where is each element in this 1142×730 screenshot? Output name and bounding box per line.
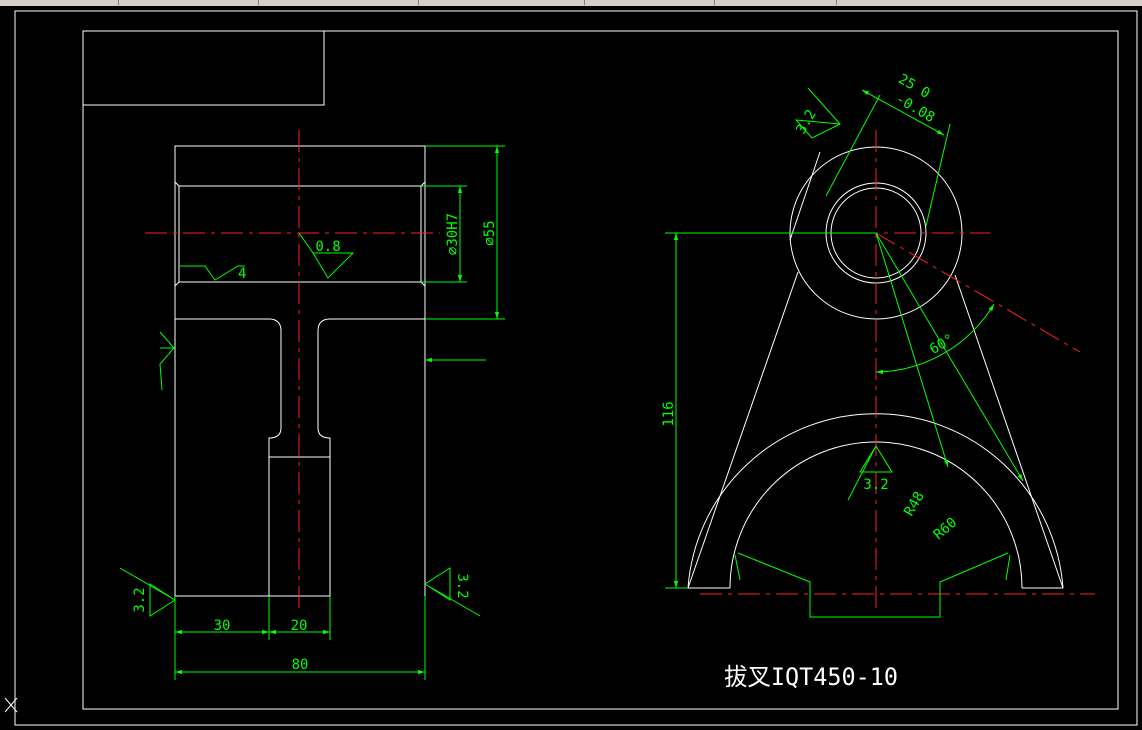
dim-80: 80 xyxy=(292,657,309,673)
dim-outer-radius: R60 xyxy=(931,515,961,544)
front-view-centerlines xyxy=(145,130,440,610)
right-flank xyxy=(954,274,1064,589)
finish-side-center: 3.2 xyxy=(863,477,888,493)
finish-left: 3.2 xyxy=(132,587,148,612)
dim-outer-diameter: ⌀55 xyxy=(482,220,498,245)
material-note: 拔叉IQT450-10 xyxy=(724,663,898,691)
toolbar-segment[interactable] xyxy=(588,0,715,5)
dim-inner-radius: R48 xyxy=(901,489,928,519)
finish-bore-top: 0.8 xyxy=(315,239,340,255)
toolbar-segment[interactable] xyxy=(262,0,419,5)
dim-bore-diameter: ⌀30H7 xyxy=(445,213,461,255)
surface-finish-symbol-icon xyxy=(180,265,245,281)
drawing-canvas[interactable]: 30 20 80 ⌀30H7 ⌀55 0.8 4 3.2 3.2 25 0 -0… xyxy=(0,6,1142,730)
front-view xyxy=(174,145,426,597)
hub-left-flat xyxy=(789,151,821,241)
dim-30: 30 xyxy=(214,618,231,634)
finish-right: 3.2 xyxy=(454,573,470,598)
toolbar-segment[interactable] xyxy=(718,0,837,5)
drawing-border xyxy=(82,30,1119,710)
dim-height: 116 xyxy=(661,401,677,426)
toolbar-segment[interactable] xyxy=(422,0,585,5)
toolbar-segment[interactable] xyxy=(120,0,259,5)
title-block xyxy=(82,30,325,106)
finish-bore-bottom: 4 xyxy=(238,266,246,282)
front-view-outline xyxy=(174,145,426,597)
dim-20: 20 xyxy=(291,618,308,634)
left-flank xyxy=(687,271,799,589)
surface-finish-symbol-icon xyxy=(424,567,481,617)
toolbar-segment[interactable] xyxy=(0,0,119,5)
viewport-border xyxy=(14,10,1138,726)
side-view-dimension-text: 25 0 -0.08 116 60° R48 R60 3.2 3.2 xyxy=(661,71,960,543)
side-view-dimensions xyxy=(665,87,1024,618)
